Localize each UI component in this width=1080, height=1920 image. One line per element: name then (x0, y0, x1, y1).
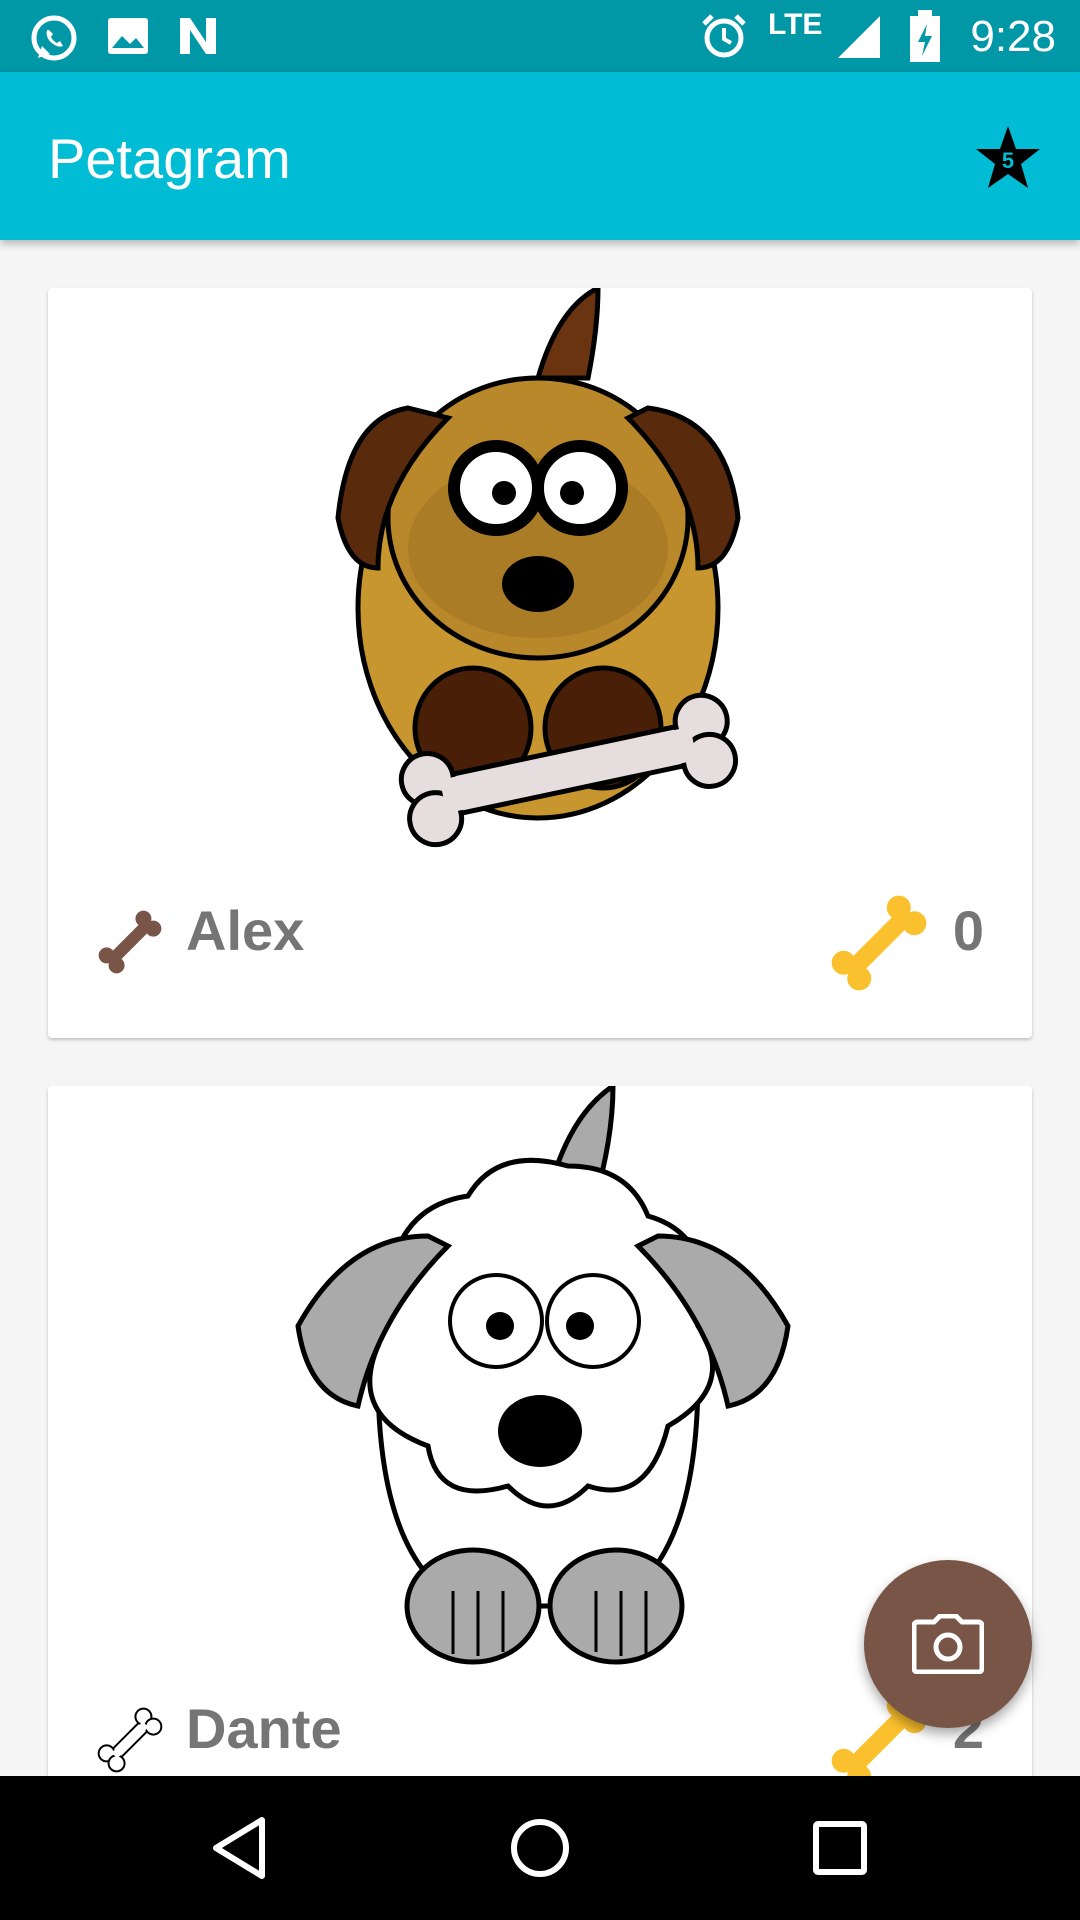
rating-count: 5 (1002, 148, 1014, 173)
status-bar: LTE 9:28 (0, 0, 1080, 72)
likes-count: 0 (952, 899, 984, 962)
recents-icon[interactable] (798, 1806, 882, 1890)
pet-photo (335, 288, 741, 848)
like-bone-button[interactable] (824, 888, 934, 998)
camera-icon (912, 1614, 984, 1674)
pet-name: Alex (186, 899, 305, 962)
pet-card[interactable]: Alex 0 (48, 288, 1032, 1038)
signal-icon (838, 16, 880, 58)
camera-fab-button[interactable] (864, 1560, 1032, 1728)
favorites-star-button[interactable]: 5 (974, 124, 1042, 192)
network-label: LTE (768, 8, 823, 41)
image-icon (108, 18, 148, 54)
n-logo-icon (180, 18, 216, 54)
pet-name: Dante (186, 1697, 342, 1760)
whatsapp-icon (31, 15, 77, 61)
app-title: Petagram (48, 127, 291, 190)
app-bar: Petagram (0, 72, 1080, 240)
bone-outline-icon (97, 1707, 163, 1773)
home-icon[interactable] (498, 1806, 582, 1890)
battery-icon (910, 10, 940, 62)
alarm-icon (702, 14, 746, 58)
bone-brown-icon (98, 910, 162, 974)
back-icon[interactable] (200, 1806, 284, 1890)
system-nav-bar (0, 1776, 1080, 1920)
pet-list[interactable]: Alex 0 Dante 2 (0, 240, 1080, 1776)
clock: 9:28 (970, 12, 1056, 61)
